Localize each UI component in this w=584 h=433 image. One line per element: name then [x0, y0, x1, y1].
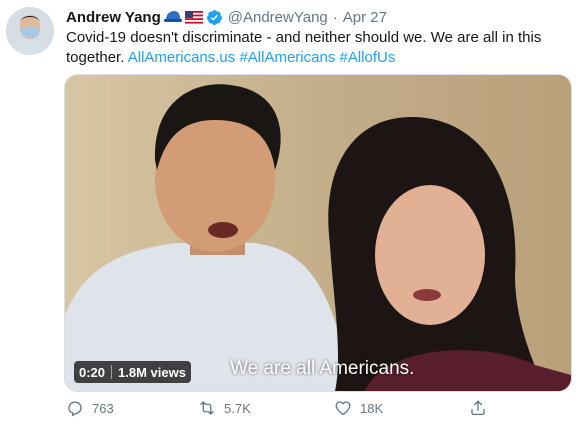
badge-divider	[111, 365, 113, 379]
reply-icon	[68, 401, 82, 417]
hashtag-allamericans[interactable]: #AllAmericans	[239, 49, 335, 66]
video-info-badge: 0:20 1.8M views	[74, 361, 191, 383]
video-duration: 0:20	[79, 364, 106, 380]
author-name[interactable]: Andrew Yang	[66, 9, 161, 26]
link-allamericans-us[interactable]: AllAmericans.us	[128, 49, 236, 66]
share-icon	[471, 400, 485, 416]
author-handle[interactable]: @AndrewYang	[228, 9, 328, 26]
tweet-date[interactable]: Apr 27	[343, 9, 387, 26]
avatar-image	[6, 7, 54, 55]
heart-icon	[335, 401, 351, 416]
tweet-header: Andrew Yang @AndrewYang · Apr 27	[66, 7, 387, 27]
retweet-count: 5.7K	[224, 400, 251, 416]
hashtag-allofus[interactable]: #AllofUs	[340, 49, 396, 66]
share-button[interactable]	[469, 399, 487, 417]
avatar[interactable]	[6, 7, 54, 55]
retweet-button[interactable]: 5.7K	[198, 399, 251, 417]
separator-dot: ·	[332, 8, 338, 26]
reply-button[interactable]: 763	[66, 399, 114, 417]
tweet[interactable]: Andrew Yang @AndrewYang · Apr 27 Covid-1…	[0, 0, 584, 433]
video-views: 1.8M views	[118, 364, 186, 380]
like-button[interactable]: 18K	[334, 399, 383, 417]
video-player[interactable]: 0:20 1.8M views We are all Americans.	[64, 74, 572, 392]
video-frame	[65, 75, 571, 391]
like-count: 18K	[360, 400, 384, 416]
retweet-icon	[200, 401, 214, 415]
verified-badge-icon	[206, 9, 223, 26]
tweet-text: Covid-19 doesn't discriminate - and neit…	[66, 28, 566, 68]
video-caption: We are all Americans.	[230, 358, 415, 379]
blue-cap-icon	[163, 10, 182, 24]
us-flag-icon	[184, 10, 203, 24]
reply-count: 763	[92, 400, 114, 416]
tweet-actions: 763 5.7K 18K	[64, 399, 534, 421]
